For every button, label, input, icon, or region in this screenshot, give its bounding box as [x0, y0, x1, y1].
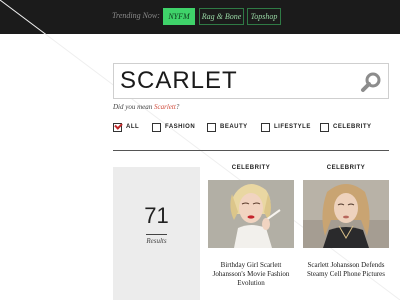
card-title[interactable]: Scarlett Johansson Defends Steamy Cell P…: [299, 261, 393, 279]
filter-lifestyle-label: LIFESTYLE: [274, 124, 311, 130]
results-count-underline: [146, 234, 167, 235]
search-icon[interactable]: [360, 71, 382, 93]
card-title[interactable]: Birthday Girl Scarlett Johansson's Movie…: [204, 261, 298, 288]
filter-celebrity-checkbox[interactable]: [320, 122, 329, 132]
filter-lifestyle-checkbox[interactable]: [261, 122, 270, 132]
trending-label: Trending Now:: [112, 11, 160, 20]
card-thumbnail-image[interactable]: [303, 180, 389, 248]
filter-beauty[interactable]: BEAUTY: [207, 122, 248, 132]
results-label: Results: [146, 237, 167, 245]
suggestion-prefix: Did you mean: [113, 103, 155, 111]
trend-tag-nyfm[interactable]: NYFM: [163, 8, 195, 25]
top-bar: Trending Now: NYFM Rag & Bone Topshop: [0, 0, 400, 34]
did-you-mean: Did you mean Scarlett?: [113, 103, 179, 111]
filter-all[interactable]: ALL: [113, 122, 139, 132]
result-card[interactable]: CELEBRITY Scarlett Johansson Defends Ste…: [303, 163, 389, 278]
search-input[interactable]: [120, 67, 350, 95]
filter-all-checkbox[interactable]: [113, 122, 122, 132]
trend-tag-rag-bone[interactable]: Rag & Bone: [199, 8, 244, 25]
filter-fashion[interactable]: FASHION: [152, 122, 195, 132]
results-count-panel: 71 Results: [113, 167, 200, 300]
suggestion-suffix: ?: [175, 103, 180, 111]
filter-lifestyle[interactable]: LIFESTYLE: [261, 122, 311, 132]
card-category: CELEBRITY: [231, 165, 271, 171]
filter-fashion-label: FASHION: [165, 124, 196, 130]
results-count: 71: [144, 203, 169, 228]
filter-fashion-checkbox[interactable]: [152, 122, 161, 132]
filter-all-label: ALL: [126, 124, 140, 130]
card-category: CELEBRITY: [326, 165, 366, 171]
trend-tag-topshop[interactable]: Topshop: [247, 8, 281, 25]
filter-beauty-checkbox[interactable]: [207, 122, 216, 132]
suggestion-link[interactable]: Scarlett: [154, 103, 176, 111]
filter-celebrity-label: CELEBRITY: [333, 124, 372, 130]
filter-celebrity[interactable]: CELEBRITY: [320, 122, 372, 132]
card-thumbnail-image[interactable]: [208, 180, 294, 248]
result-card[interactable]: CELEBRITY Birthday Girl Scarlett Johanss…: [208, 163, 294, 287]
filter-beauty-label: BEAUTY: [220, 124, 248, 130]
search-box: [113, 63, 389, 99]
divider: [113, 150, 389, 151]
